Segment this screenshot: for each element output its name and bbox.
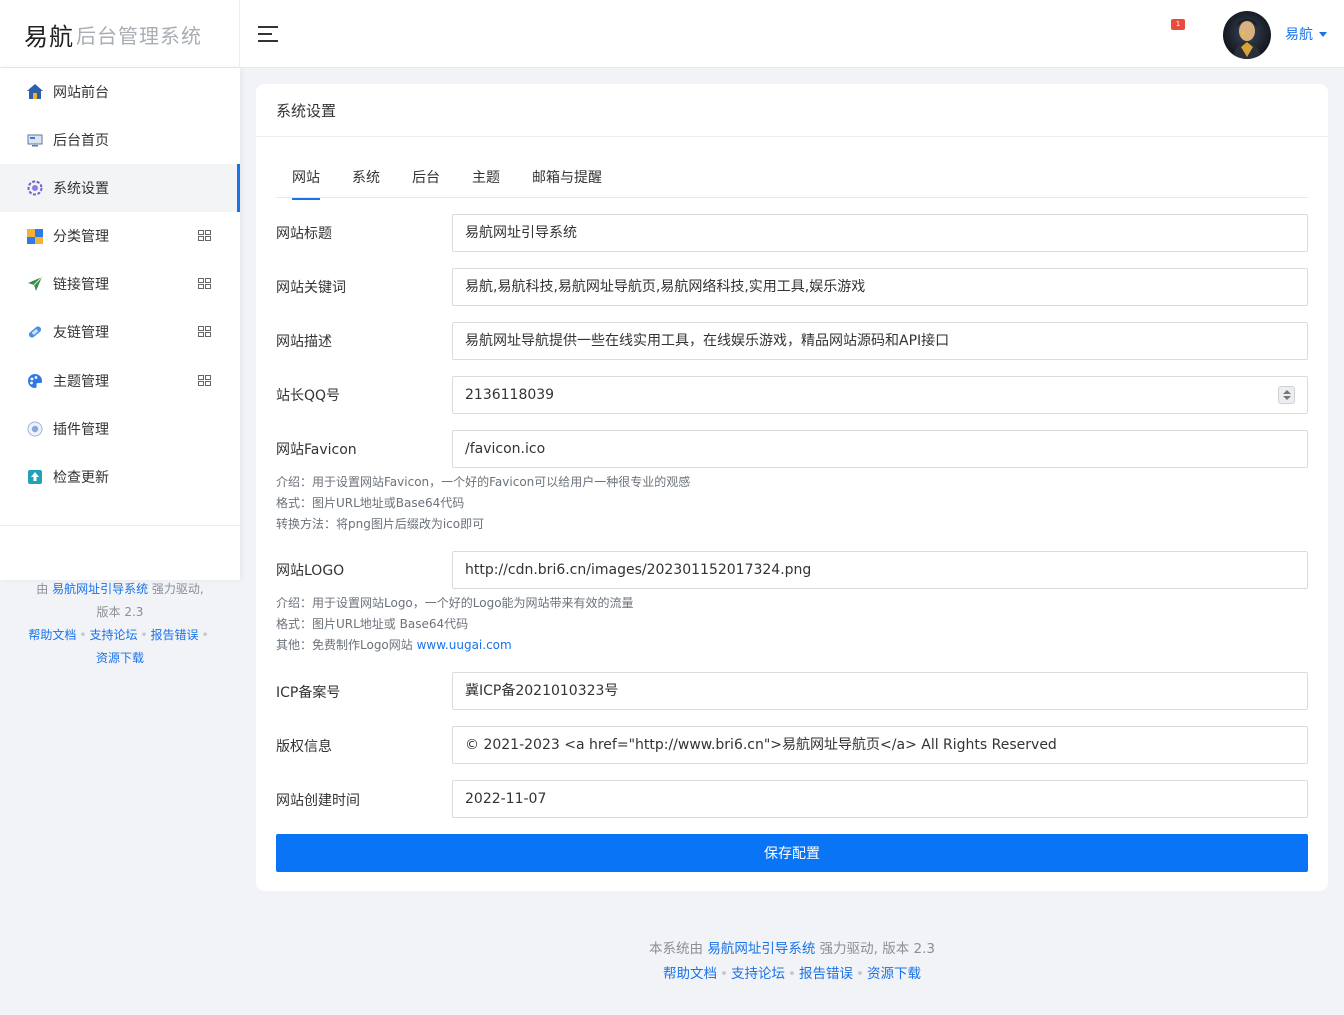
update-icon (26, 468, 44, 486)
plugin-icon (26, 420, 44, 438)
settings-tabs: 网站 系统 后台 主题 邮箱与提醒 (276, 157, 1308, 200)
copyright-label: 版权信息 (276, 739, 332, 755)
sidebar-item-label: 后台首页 (53, 133, 109, 149)
help-docs-link[interactable]: 帮助文档 (663, 966, 717, 982)
sidebar-item-label: 网站前台 (53, 85, 109, 101)
created-date-label: 网站创建时间 (276, 793, 360, 809)
tab-website[interactable]: 网站 (292, 167, 320, 200)
link-icon (26, 323, 44, 341)
keywords-input[interactable]: 易航,易航科技,易航网址导航页,易航网络科技,实用工具,娱乐游戏 (452, 268, 1308, 306)
sidebar: 网站前台 后台首页 系统设置 分类管理 链接管理 友链管理 主题管理 插件管理 … (0, 68, 240, 580)
tab-mail[interactable]: 邮箱与提醒 (532, 167, 602, 187)
help-line: 转换方法：将png图片后缀改为ico即可 (276, 517, 485, 531)
footer-text: 由 (36, 582, 49, 596)
tab-theme[interactable]: 主题 (472, 167, 500, 187)
top-header: 易航 后台管理系统 1 易航 (0, 0, 1344, 68)
dashboard-icon (26, 131, 44, 149)
category-icon (26, 227, 44, 245)
icp-label: ICP备案号 (276, 685, 341, 701)
description-input[interactable]: 易航网址导航提供一些在线实用工具，在线娱乐游戏，精品网站源码和API接口 (452, 322, 1308, 360)
page-title: 系统设置 (276, 102, 337, 120)
qq-value: 2136118039 (465, 387, 555, 403)
uugai-link[interactable]: www.uugai.com (417, 638, 512, 652)
chevron-down-icon (1319, 31, 1327, 37)
footer-text: 本系统由 (649, 941, 704, 957)
help-line: 格式：图片URL地址或Base64代码 (276, 496, 465, 510)
sidebar-item-dashboard[interactable]: 后台首页 (0, 116, 240, 164)
created-date-input[interactable]: 2022-11-07 (452, 780, 1308, 818)
forum-link[interactable]: 支持论坛 (731, 966, 785, 982)
favicon-input[interactable]: /favicon.ico (452, 430, 1308, 468)
sidebar-item-label: 链接管理 (53, 277, 109, 293)
sidebar-item-check-update[interactable]: 检查更新 (0, 453, 240, 501)
submenu-indicator-icon (198, 230, 211, 241)
sidebar-item-links[interactable]: 链接管理 (0, 260, 240, 308)
settings-card: 系统设置 网站 系统 后台 主题 邮箱与提醒 网站标题 易航网址引导系统 网站关… (256, 84, 1328, 891)
icp-input[interactable]: 冀ICP备2021010323号 (452, 672, 1308, 710)
copyright-input[interactable]: © 2021-2023 <a href="http://www.bri6.cn"… (452, 726, 1308, 764)
downloads-link[interactable]: 资源下载 (96, 651, 144, 665)
report-bug-link[interactable]: 报告错误 (799, 966, 853, 982)
username: 易航 (1285, 27, 1313, 43)
card-divider (256, 136, 1328, 137)
save-config-button[interactable]: 保存配置 (276, 834, 1308, 872)
sidebar-item-label: 插件管理 (53, 422, 109, 438)
home-icon (26, 83, 44, 101)
forum-link[interactable]: 支持论坛 (89, 628, 137, 642)
settings-icon (26, 179, 44, 197)
favicon-help: 介绍：用于设置网站Favicon，一个好的Favicon可以给用户一种很专业的观… (276, 472, 690, 535)
user-menu[interactable]: 易航 (1285, 24, 1327, 44)
sidebar-item-category[interactable]: 分类管理 (0, 212, 240, 260)
keywords-label: 网站关键词 (276, 280, 346, 296)
help-line: 格式：图片URL地址或 Base64代码 (276, 617, 469, 631)
system-link[interactable]: 易航网址引导系统 (52, 582, 148, 596)
avatar[interactable] (1223, 11, 1271, 59)
sidebar-item-site-front[interactable]: 网站前台 (0, 68, 240, 116)
send-icon (26, 275, 44, 293)
logo-help: 介绍：用于设置网站Logo，一个好的Logo能为网站带来有效的流量 格式：图片U… (276, 593, 634, 656)
downloads-link[interactable]: 资源下载 (867, 966, 921, 982)
version-text: 版本 2.3 (96, 605, 144, 619)
sidebar-item-themes[interactable]: 主题管理 (0, 357, 240, 405)
page-footer: 本系统由 易航网址引导系统 强力驱动, 版本 2.3 帮助文档 • 支持论坛 • 报告错… (649, 941, 935, 982)
sidebar-item-label: 检查更新 (53, 470, 109, 486)
logo-input[interactable]: http://cdn.bri6.cn/images/20230115201732… (452, 551, 1308, 589)
sidebar-item-label: 分类管理 (53, 229, 109, 245)
qq-input[interactable]: 2136118039 (452, 376, 1308, 414)
footer-text: 强力驱动, (151, 582, 204, 596)
submenu-indicator-icon (198, 326, 211, 337)
submenu-indicator-icon (198, 278, 211, 289)
sidebar-item-label: 友链管理 (53, 325, 109, 341)
sidebar-item-plugins[interactable]: 插件管理 (0, 405, 240, 453)
report-bug-link[interactable]: 报告错误 (151, 628, 199, 642)
sidebar-item-label: 主题管理 (53, 374, 109, 390)
logo-label: 网站LOGO (276, 563, 345, 579)
number-stepper[interactable] (1278, 386, 1295, 404)
footer-text: 强力驱动, 版本 2.3 (819, 941, 935, 957)
help-line: 介绍：用于设置网站Favicon，一个好的Favicon可以给用户一种很专业的观… (276, 475, 691, 489)
brand-main-text: 易航 (24, 22, 74, 51)
sidebar-item-system-settings[interactable]: 系统设置 (0, 164, 240, 212)
help-docs-link[interactable]: 帮助文档 (28, 628, 76, 642)
palette-icon (26, 372, 44, 390)
notification-badge[interactable]: 1 (1171, 19, 1185, 30)
qq-label: 站长QQ号 (276, 388, 341, 404)
site-title-label: 网站标题 (276, 226, 332, 242)
favicon-label: 网站Favicon (276, 442, 357, 458)
help-line: 介绍：用于设置网站Logo，一个好的Logo能为网站带来有效的流量 (276, 596, 634, 610)
sidebar-item-friend-links[interactable]: 友链管理 (0, 308, 240, 356)
brand-sub-text: 后台管理系统 (76, 23, 202, 48)
sidebar-footer: 由 易航网址引导系统 强力驱动, 版本 2.3 帮助文档 • 支持论坛 • 报告错误 • … (0, 578, 240, 670)
brand-logo[interactable]: 易航 后台管理系统 (0, 0, 240, 68)
submenu-indicator-icon (198, 375, 211, 386)
tab-backend[interactable]: 后台 (412, 167, 440, 187)
sidebar-divider (0, 525, 240, 526)
sidebar-item-label: 系统设置 (53, 181, 109, 197)
site-title-input[interactable]: 易航网址引导系统 (452, 214, 1308, 252)
description-label: 网站描述 (276, 334, 332, 350)
system-link[interactable]: 易航网址引导系统 (707, 941, 815, 957)
help-line: 其他：免费制作Logo网站 (276, 638, 417, 652)
tab-system[interactable]: 系统 (352, 167, 380, 187)
menu-toggle-icon[interactable] (258, 24, 280, 44)
